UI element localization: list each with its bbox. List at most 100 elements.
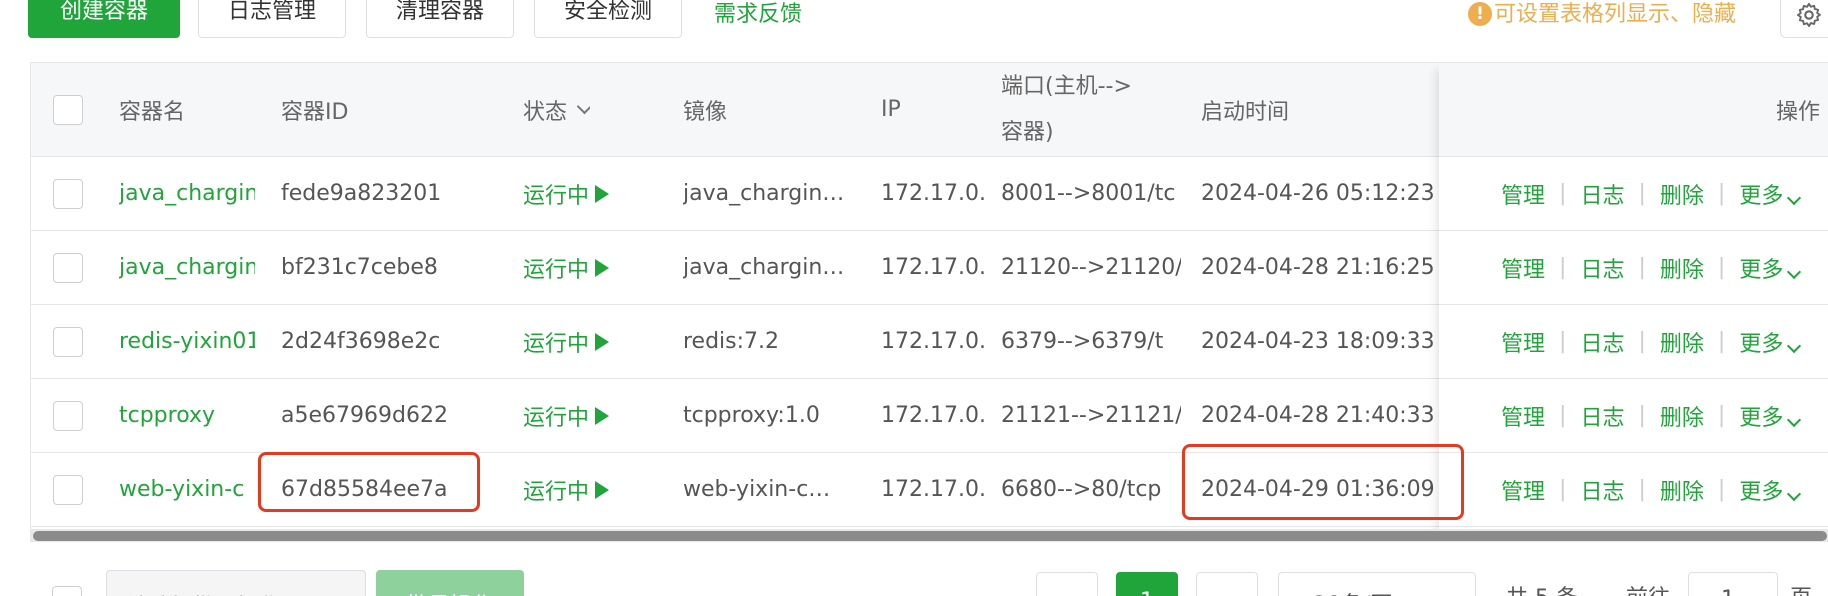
manage-link[interactable]: 管理 bbox=[1501, 400, 1545, 432]
chevron-down-icon bbox=[1787, 338, 1802, 353]
column-settings-button[interactable] bbox=[1780, 0, 1828, 38]
feedback-link[interactable]: 需求反馈 bbox=[714, 0, 802, 28]
container-name-link[interactable]: tcpproxy bbox=[119, 379, 255, 452]
status-running[interactable]: 运行中 bbox=[523, 305, 610, 378]
chevron-down-icon bbox=[1787, 190, 1802, 205]
play-icon bbox=[595, 406, 610, 425]
batch-operation-button[interactable]: 批量操作 bbox=[376, 570, 524, 596]
status-running[interactable]: 运行中 bbox=[523, 231, 610, 304]
start-time: 2024-04-26 05:12:23 bbox=[1201, 181, 1435, 206]
delete-link[interactable]: 删除 bbox=[1660, 474, 1704, 506]
row-checkbox-cell bbox=[53, 305, 83, 378]
row-actions: 管理 | 日志 | 删除 | 更多 bbox=[1501, 379, 1802, 452]
port-mapping: 6680-->80/tcp bbox=[1001, 477, 1162, 502]
delete-link[interactable]: 删除 bbox=[1660, 326, 1704, 358]
row-checkbox[interactable] bbox=[53, 252, 83, 283]
container-name-link[interactable]: web-yixin-c bbox=[119, 453, 255, 526]
page-size-select[interactable]: 20条/页 bbox=[1278, 572, 1476, 596]
port-mapping: 8001-->8001/tc bbox=[1001, 181, 1176, 206]
separator: | bbox=[1638, 403, 1646, 428]
more-dropdown[interactable]: 更多 bbox=[1739, 474, 1802, 506]
goto-label: 前往 bbox=[1626, 580, 1670, 596]
log-link[interactable]: 日志 bbox=[1580, 326, 1624, 358]
log-link[interactable]: 日志 bbox=[1580, 474, 1624, 506]
log-link[interactable]: 日志 bbox=[1580, 178, 1624, 210]
more-label: 更多 bbox=[1739, 405, 1784, 431]
delete-link[interactable]: 删除 bbox=[1660, 252, 1704, 284]
select-all-checkbox-cell bbox=[53, 63, 83, 156]
start-time: 2024-04-23 18:09:33 bbox=[1201, 329, 1435, 354]
ip-address: 172.17.0.4 bbox=[881, 255, 987, 280]
separator: | bbox=[1717, 403, 1726, 428]
info-icon: ! bbox=[1468, 2, 1492, 26]
log-link[interactable]: 日志 bbox=[1580, 400, 1624, 432]
row-checkbox[interactable] bbox=[53, 178, 83, 209]
security-check-button[interactable]: 安全检测 bbox=[534, 0, 682, 38]
separator: | bbox=[1717, 329, 1726, 354]
row-checkbox[interactable] bbox=[53, 474, 83, 505]
page-1-button[interactable]: 1 bbox=[1116, 572, 1178, 596]
manage-link[interactable]: 管理 bbox=[1501, 326, 1545, 358]
footer-select-all-checkbox[interactable] bbox=[52, 586, 82, 596]
column-settings-hint[interactable]: ! 可设置表格列显示、隐藏 bbox=[1468, 0, 1736, 28]
image-name: web-yixin-c… bbox=[683, 477, 831, 502]
status-label: 运行中 bbox=[523, 331, 590, 357]
status-running[interactable]: 运行中 bbox=[523, 379, 610, 452]
container-name-link[interactable]: java_chargin bbox=[119, 231, 255, 304]
total-count: 共 5 条 bbox=[1506, 580, 1578, 596]
more-label: 更多 bbox=[1739, 479, 1784, 505]
table-row: java_chargin fede9a823201 运行中 java_charg… bbox=[31, 157, 1828, 231]
select-all-checkbox[interactable] bbox=[53, 94, 83, 125]
horizontal-scrollbar[interactable] bbox=[31, 529, 1828, 542]
log-link[interactable]: 日志 bbox=[1580, 252, 1624, 284]
goto-page-input[interactable]: 1 bbox=[1688, 572, 1778, 596]
header-status[interactable]: 状态 bbox=[523, 63, 591, 156]
chevron-down-icon bbox=[1787, 412, 1802, 427]
row-checkbox-cell bbox=[53, 453, 83, 526]
row-checkbox-cell bbox=[53, 231, 83, 304]
prev-page-button[interactable] bbox=[1036, 572, 1098, 596]
status-running[interactable]: 运行中 bbox=[523, 453, 610, 526]
more-dropdown[interactable]: 更多 bbox=[1739, 400, 1802, 432]
container-id: bf231c7cebe8 bbox=[281, 255, 438, 280]
next-page-button[interactable] bbox=[1196, 572, 1258, 596]
more-dropdown[interactable]: 更多 bbox=[1739, 252, 1802, 284]
row-checkbox[interactable] bbox=[53, 326, 83, 357]
start-time: 2024-04-28 21:16:25 bbox=[1201, 255, 1435, 280]
table-row: tcpproxy a5e67969d622 运行中 tcpproxy:1.0 1… bbox=[31, 379, 1828, 453]
port-mapping: 21121-->21121/t bbox=[1001, 403, 1181, 428]
port-mapping: 6379-->6379/t bbox=[1001, 329, 1164, 354]
separator: | bbox=[1717, 181, 1726, 206]
more-dropdown[interactable]: 更多 bbox=[1739, 178, 1802, 210]
container-name-link[interactable]: java_chargin bbox=[119, 157, 255, 230]
header-image: 镜像 bbox=[683, 99, 728, 125]
image-name: java_chargin… bbox=[683, 181, 845, 206]
container-name-link[interactable]: redis-yixin01 bbox=[119, 305, 255, 378]
row-actions: 管理 | 日志 | 删除 | 更多 bbox=[1501, 231, 1802, 304]
status-running[interactable]: 运行中 bbox=[523, 157, 610, 230]
log-management-button[interactable]: 日志管理 bbox=[198, 0, 346, 38]
column-settings-hint-text: 可设置表格列显示、隐藏 bbox=[1494, 2, 1737, 27]
separator: | bbox=[1638, 477, 1646, 502]
row-checkbox-cell bbox=[53, 379, 83, 452]
batch-operation-select[interactable]: 请选择批量操作 bbox=[106, 570, 366, 596]
table-row: java_chargin bf231c7cebe8 运行中 java_charg… bbox=[31, 231, 1828, 305]
scrollbar-thumb[interactable] bbox=[33, 531, 1827, 541]
header-ops: 操作 bbox=[1776, 99, 1821, 125]
header-ip: IP bbox=[881, 97, 901, 122]
separator: | bbox=[1717, 255, 1726, 280]
row-actions: 管理 | 日志 | 删除 | 更多 bbox=[1501, 157, 1802, 230]
highlight-start-time bbox=[1182, 444, 1464, 520]
more-dropdown[interactable]: 更多 bbox=[1739, 326, 1802, 358]
manage-link[interactable]: 管理 bbox=[1501, 474, 1545, 506]
page-unit-label: 页 bbox=[1790, 580, 1812, 596]
create-container-button[interactable]: 创建容器 bbox=[28, 0, 180, 38]
manage-link[interactable]: 管理 bbox=[1501, 178, 1545, 210]
row-checkbox[interactable] bbox=[53, 400, 83, 431]
delete-link[interactable]: 删除 bbox=[1660, 178, 1704, 210]
delete-link[interactable]: 删除 bbox=[1660, 400, 1704, 432]
manage-link[interactable]: 管理 bbox=[1501, 252, 1545, 284]
gear-icon bbox=[1796, 2, 1821, 28]
highlight-container-id bbox=[258, 452, 480, 512]
clean-containers-button[interactable]: 清理容器 bbox=[366, 0, 514, 38]
